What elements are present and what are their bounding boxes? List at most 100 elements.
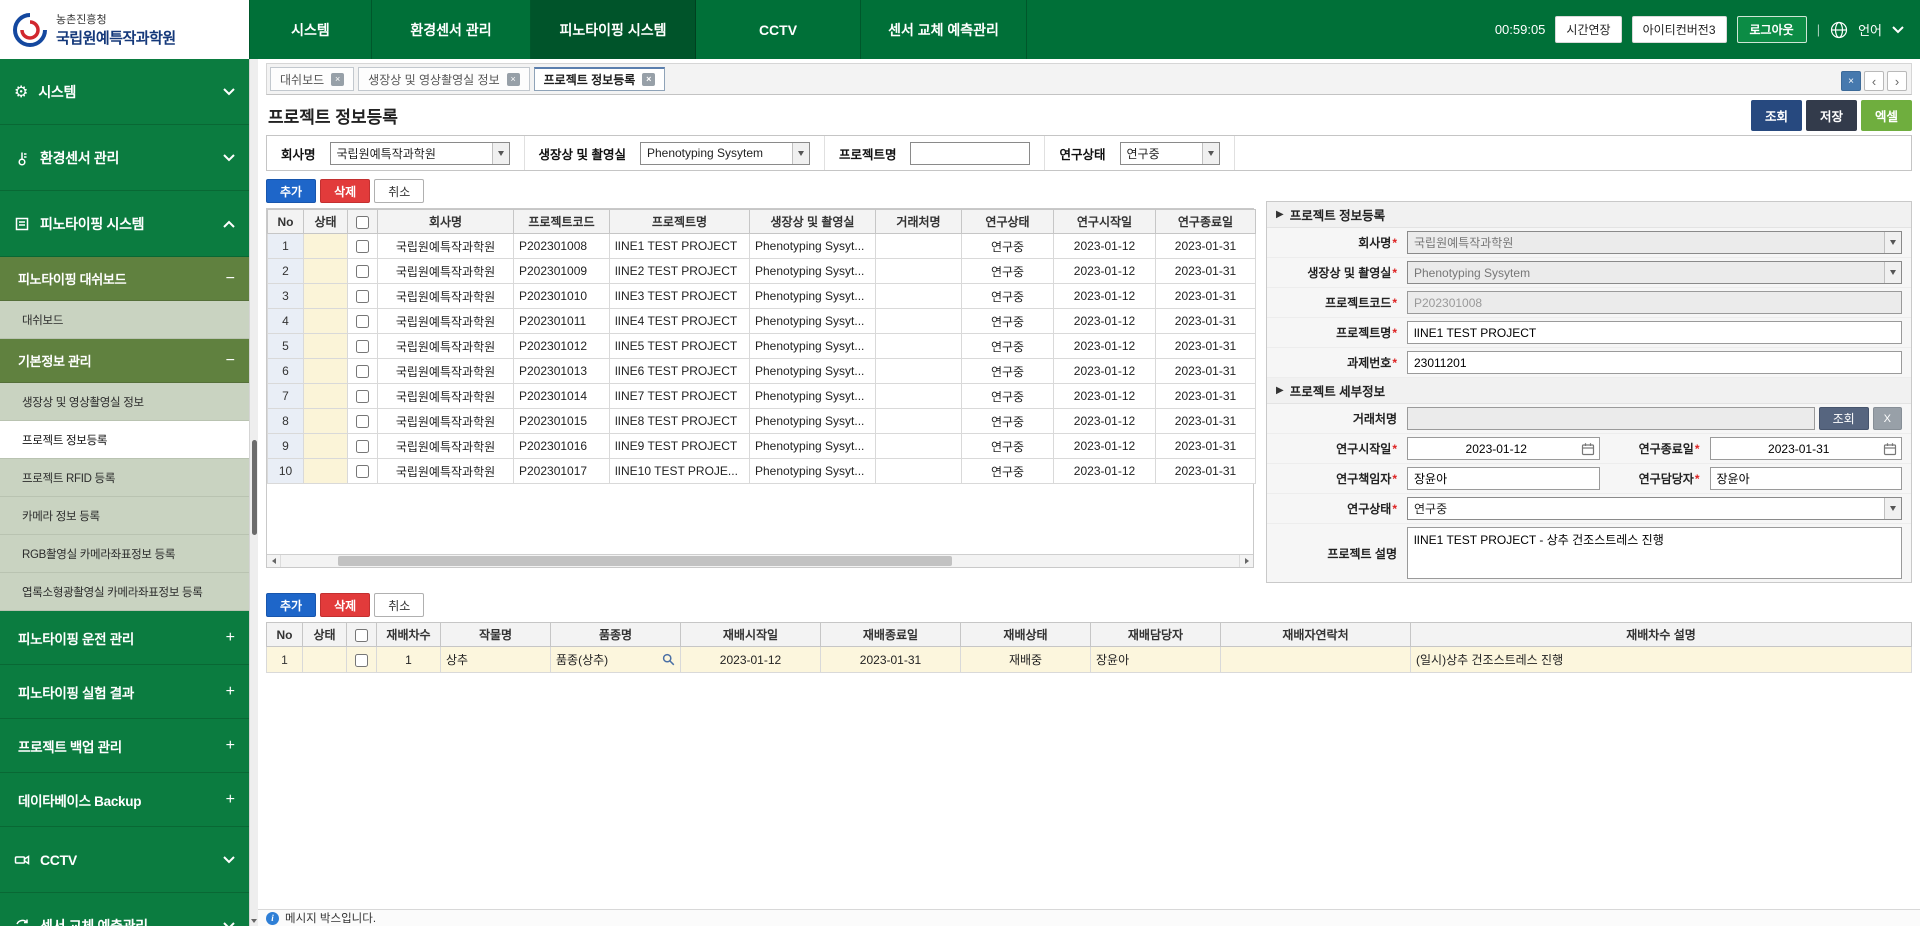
row-checkbox[interactable]: [356, 415, 369, 428]
research-end-input[interactable]: [1710, 437, 1903, 460]
tab-dashboard[interactable]: 대쉬보드 ×: [270, 67, 354, 91]
tab-close-icon[interactable]: ×: [642, 73, 655, 86]
row-checkbox[interactable]: [356, 340, 369, 353]
tab-scroll-right-button[interactable]: ›: [1887, 71, 1907, 91]
tab-scroll-left-button[interactable]: ‹: [1864, 71, 1884, 91]
sidebar-item-rgb-camera-coords[interactable]: RGB촬영실 카메라좌표정보 등록: [0, 535, 249, 573]
row-checkbox[interactable]: [356, 290, 369, 303]
calendar-icon[interactable]: [1581, 442, 1595, 456]
select-all-checkbox[interactable]: [356, 216, 369, 229]
select-all-checkbox[interactable]: [355, 629, 368, 642]
row-checkbox[interactable]: [356, 315, 369, 328]
tab-chamber-info[interactable]: 생장상 및 영상촬영실 정보 ×: [358, 67, 529, 91]
user-button[interactable]: 아이티컨버전3: [1632, 16, 1727, 43]
table-row[interactable]: 8 국립원예특작과학원 P202301015 lINE8 TEST PROJEC…: [268, 409, 1256, 434]
row-checkbox[interactable]: [356, 365, 369, 378]
sidebar-item-chamber-info[interactable]: 생장상 및 영상촬영실 정보: [0, 383, 249, 421]
top-menu-cctv[interactable]: CCTV: [696, 0, 861, 59]
collapse-icon[interactable]: −: [226, 270, 235, 288]
search-icon[interactable]: [662, 653, 675, 666]
table-row[interactable]: 3 국립원예특작과학원 P202301010 lINE3 TEST PROJEC…: [268, 284, 1256, 309]
expand-icon[interactable]: +: [226, 683, 235, 701]
table-row[interactable]: 1 1 상추 품종(상추) 2023-01-12 2023: [267, 647, 1912, 673]
cancel-button[interactable]: 취소: [374, 179, 424, 203]
project-name-input[interactable]: [1407, 321, 1902, 344]
close-all-tabs-button[interactable]: ×: [1841, 71, 1861, 91]
top-menu-system[interactable]: 시스템: [249, 0, 372, 59]
filter-status-select[interactable]: 연구중: [1120, 142, 1220, 165]
row-checkbox[interactable]: [355, 654, 368, 667]
tab-project-registration[interactable]: 프로젝트 정보등록 ×: [534, 67, 666, 91]
logout-button[interactable]: 로그아웃: [1737, 16, 1807, 43]
table-row[interactable]: 5 국립원예특작과학원 P202301012 lINE5 TEST PROJEC…: [268, 334, 1256, 359]
sidebar-item-env-sensor[interactable]: 환경센서 관리: [0, 125, 249, 191]
excel-button[interactable]: 엑셀: [1861, 100, 1912, 131]
sidebar-item-phenotyping-system[interactable]: 피노타이핑 시스템: [0, 191, 249, 257]
research-start-input[interactable]: [1407, 437, 1600, 460]
add-button[interactable]: 추가: [266, 593, 316, 617]
delete-button[interactable]: 삭제: [320, 179, 370, 203]
delete-button[interactable]: 삭제: [320, 593, 370, 617]
sidebar-item-project-rfid[interactable]: 프로젝트 RFID 등록: [0, 459, 249, 497]
sidebar-section-basic-info[interactable]: 기본정보 관리 −: [0, 339, 249, 383]
top-menu-sensor-replace[interactable]: 센서 교체 예측관리: [861, 0, 1027, 59]
research-leader-input[interactable]: [1407, 467, 1600, 490]
row-checkbox[interactable]: [356, 240, 369, 253]
filter-chamber-select[interactable]: Phenotyping Sysytem: [640, 142, 810, 165]
company-select[interactable]: 국립원예특작과학원: [1407, 231, 1902, 254]
sidebar-item-dashboard[interactable]: 대쉬보드: [0, 301, 249, 339]
cancel-button[interactable]: 취소: [374, 593, 424, 617]
table-row[interactable]: 2 국립원예특작과학원 P202301009 lINE2 TEST PROJEC…: [268, 259, 1256, 284]
sidebar-item-cctv[interactable]: CCTV: [0, 827, 249, 893]
sidebar-group-operation-management[interactable]: 피노타이핑 운전 관리 +: [0, 611, 249, 665]
row-checkbox[interactable]: [356, 390, 369, 403]
table-row[interactable]: 6 국립원예특작과학원 P202301013 lINE6 TEST PROJEC…: [268, 359, 1256, 384]
expand-icon[interactable]: +: [226, 791, 235, 809]
sidebar-section-phenotyping-dashboard[interactable]: 피노타이핑 대쉬보드 −: [0, 257, 249, 301]
research-manager-input[interactable]: [1710, 467, 1903, 490]
chamber-select[interactable]: Phenotyping Sysytem: [1407, 261, 1902, 284]
scroll-right-arrow[interactable]: [1239, 555, 1253, 567]
sidebar-item-system[interactable]: ⚙ 시스템: [0, 59, 249, 125]
row-checkbox[interactable]: [356, 440, 369, 453]
sidebar-item-project-registration[interactable]: 프로젝트 정보등록: [0, 421, 249, 459]
table-row[interactable]: 9 국립원예특작과학원 P202301016 lINE9 TEST PROJEC…: [268, 434, 1256, 459]
sidebar-item-fluorescence-camera-coords[interactable]: 엽록소형광촬영실 카메라좌표정보 등록: [0, 573, 249, 611]
expand-icon[interactable]: +: [226, 737, 235, 755]
project-desc-textarea[interactable]: lINE1 TEST PROJECT - 상추 건조스트레스 진행: [1407, 527, 1902, 579]
top-menu-env-sensor[interactable]: 환경센서 관리: [372, 0, 531, 59]
sidebar-item-sensor-replace[interactable]: 센서 교체 예측관리: [0, 893, 249, 926]
filter-company-select[interactable]: 국립원예특작과학원: [330, 142, 510, 165]
chevron-down-icon[interactable]: [1892, 26, 1904, 34]
scroll-left-arrow[interactable]: [267, 555, 281, 567]
sidebar-scrollbar[interactable]: [249, 59, 258, 926]
calendar-icon[interactable]: [1883, 442, 1897, 456]
client-search-button[interactable]: 조회: [1819, 407, 1869, 430]
table-row[interactable]: 10 국립원예특작과학원 P202301017 lINE10 TEST PROJ…: [268, 459, 1256, 484]
collapse-icon[interactable]: −: [226, 352, 235, 370]
sidebar-group-experiment-results[interactable]: 피노타이핑 실험 결과 +: [0, 665, 249, 719]
tab-close-icon[interactable]: ×: [331, 73, 344, 86]
top-menu-phenotyping[interactable]: 피노타이핑 시스템: [531, 0, 696, 59]
save-button[interactable]: 저장: [1806, 100, 1857, 131]
sidebar-item-camera-info[interactable]: 카메라 정보 등록: [0, 497, 249, 535]
table-row[interactable]: 1 국립원예특작과학원 P202301008 lINE1 TEST PROJEC…: [268, 234, 1256, 259]
sidebar-group-project-backup[interactable]: 프로젝트 백업 관리 +: [0, 719, 249, 773]
sidebar-group-database-backup[interactable]: 데이타베이스 Backup +: [0, 773, 249, 827]
research-status-select[interactable]: 연구중: [1407, 497, 1902, 520]
expand-icon[interactable]: +: [226, 629, 235, 647]
table-row[interactable]: 7 국립원예특작과학원 P202301014 lINE7 TEST PROJEC…: [268, 384, 1256, 409]
scrollbar-down-arrow[interactable]: [251, 919, 257, 923]
horizontal-scrollbar[interactable]: [267, 554, 1253, 567]
client-clear-button[interactable]: X: [1873, 407, 1902, 430]
task-number-input[interactable]: [1407, 351, 1902, 374]
add-button[interactable]: 추가: [266, 179, 316, 203]
tab-close-icon[interactable]: ×: [507, 73, 520, 86]
table-row[interactable]: 4 국립원예특작과학원 P202301011 lINE4 TEST PROJEC…: [268, 309, 1256, 334]
inquiry-button[interactable]: 조회: [1751, 100, 1802, 131]
row-checkbox[interactable]: [356, 465, 369, 478]
globe-icon[interactable]: [1830, 21, 1848, 39]
row-checkbox[interactable]: [356, 265, 369, 278]
extend-time-button[interactable]: 시간연장: [1555, 16, 1621, 43]
scrollbar-track[interactable]: [281, 555, 1239, 567]
